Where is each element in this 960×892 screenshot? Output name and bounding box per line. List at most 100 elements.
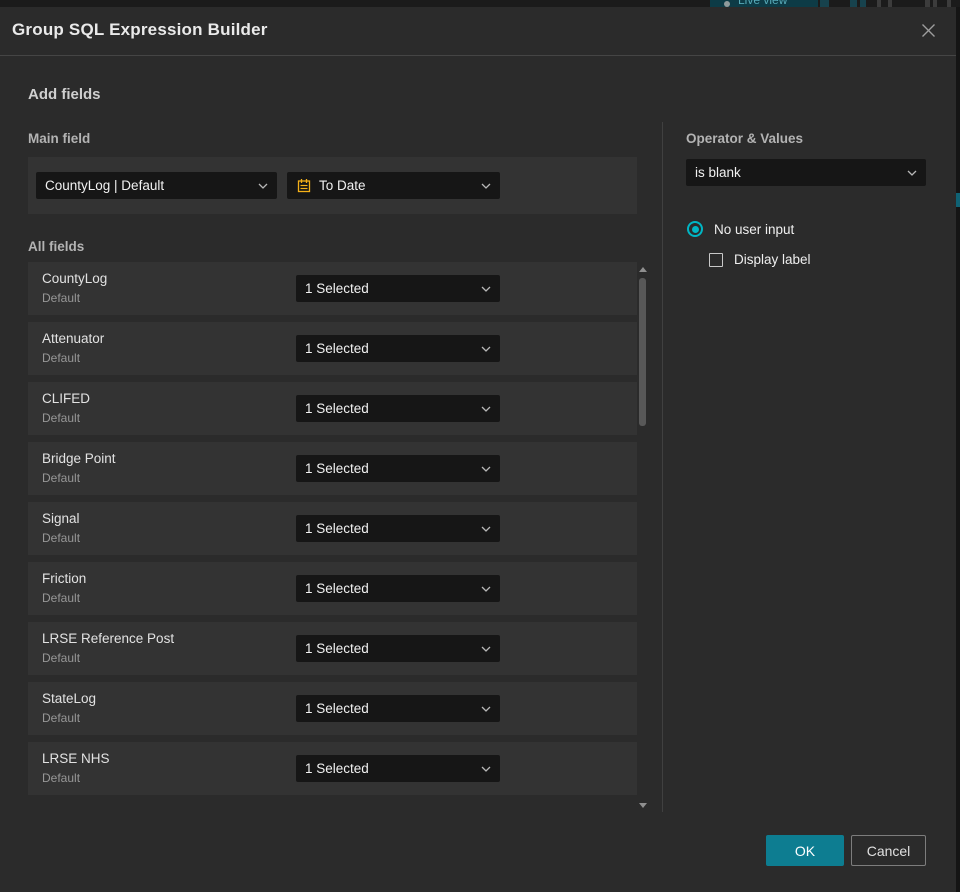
chevron-down-icon (907, 170, 917, 176)
field-selection-dropdown[interactable]: 1 Selected (296, 635, 500, 662)
main-field-type-dropdown[interactable]: To Date (287, 172, 500, 199)
chevron-down-icon (481, 766, 491, 772)
field-row: StateLog Default 1 Selected (28, 682, 637, 735)
cancel-button[interactable]: Cancel (851, 835, 926, 866)
field-subtitle: Default (42, 711, 81, 725)
main-field-type-dropdown-value: To Date (319, 178, 366, 193)
field-row: LRSE Reference Post Default 1 Selected (28, 622, 637, 675)
no-user-input-radio[interactable]: No user input (687, 221, 794, 237)
all-fields-list: CountyLog Default 1 Selected Attenuator … (28, 262, 637, 802)
dialog-title: Group SQL Expression Builder (12, 20, 268, 39)
field-row: CLIFED Default 1 Selected (28, 382, 637, 435)
no-user-input-label: No user input (714, 221, 795, 237)
main-field-dropdown-value: CountyLog | Default (45, 178, 165, 193)
field-name: CLIFED (42, 391, 91, 406)
radio-selected-icon (687, 221, 703, 237)
chevron-down-icon (481, 286, 491, 292)
column-divider (662, 122, 663, 812)
field-selection-value: 1 Selected (305, 341, 369, 356)
field-row: CountyLog Default 1 Selected (28, 262, 637, 315)
field-subtitle: Default (42, 651, 81, 665)
fields-list-scrollbar[interactable] (638, 264, 647, 810)
backdrop-app-strip: Live view (0, 0, 960, 7)
display-label-checkbox[interactable]: Display label (709, 252, 811, 267)
backdrop-right-strip (956, 7, 960, 892)
main-field-dropdown[interactable]: CountyLog | Default (36, 172, 277, 199)
toolbar-icon-fragment (877, 0, 881, 7)
field-row: Friction Default 1 Selected (28, 562, 637, 615)
calendar-date-icon (296, 178, 312, 194)
field-subtitle: Default (42, 771, 81, 785)
toolbar-icon-fragment (947, 0, 951, 7)
scroll-up-arrow-icon[interactable] (639, 267, 647, 272)
field-name: CountyLog (42, 271, 108, 286)
field-subtitle: Default (42, 471, 81, 485)
toolbar-icon-fragment (860, 0, 866, 7)
chevron-down-icon (481, 586, 491, 592)
close-button[interactable] (912, 16, 944, 48)
field-row: Signal Default 1 Selected (28, 502, 637, 555)
live-view-button-fragment: Live view (710, 0, 818, 7)
field-row: Attenuator Default 1 Selected (28, 322, 637, 375)
chevron-down-icon (481, 646, 491, 652)
field-selection-value: 1 Selected (305, 581, 369, 596)
field-selection-value: 1 Selected (305, 401, 369, 416)
field-selection-dropdown[interactable]: 1 Selected (296, 275, 500, 302)
operator-dropdown[interactable]: is blank (686, 159, 926, 186)
field-name: StateLog (42, 691, 97, 706)
all-fields-label: All fields (28, 239, 85, 254)
field-selection-value: 1 Selected (305, 701, 369, 716)
field-name: LRSE NHS (42, 751, 110, 766)
field-selection-dropdown[interactable]: 1 Selected (296, 755, 500, 782)
chevron-down-icon (481, 466, 491, 472)
main-field-label: Main field (28, 131, 91, 146)
chevron-down-icon (258, 183, 268, 189)
field-selection-dropdown[interactable]: 1 Selected (296, 455, 500, 482)
chevron-down-icon (481, 406, 491, 412)
field-selection-value: 1 Selected (305, 761, 369, 776)
field-selection-value: 1 Selected (305, 521, 369, 536)
field-selection-dropdown[interactable]: 1 Selected (296, 335, 500, 362)
chevron-down-icon (481, 183, 491, 189)
field-row: Bridge Point Default 1 Selected (28, 442, 637, 495)
toolbar-icon-fragment (933, 0, 937, 7)
chevron-down-icon (481, 526, 491, 532)
chevron-down-icon (481, 346, 491, 352)
display-label-label: Display label (734, 252, 811, 267)
field-selection-value: 1 Selected (305, 641, 369, 656)
toolbar-icon-fragment (850, 0, 857, 7)
chevron-down-icon (481, 706, 491, 712)
field-subtitle: Default (42, 351, 81, 365)
toolbar-icon-fragment (820, 0, 829, 7)
field-name: Attenuator (42, 331, 105, 346)
field-selection-dropdown[interactable]: 1 Selected (296, 395, 500, 422)
live-view-label: Live view (738, 0, 788, 7)
field-row: LRSE NHS Default 1 Selected (28, 742, 637, 795)
operator-dropdown-value: is blank (695, 165, 741, 180)
field-name: Friction (42, 571, 87, 586)
operator-values-label: Operator & Values (686, 131, 804, 146)
field-selection-value: 1 Selected (305, 281, 369, 296)
add-fields-heading: Add fields (28, 86, 101, 103)
field-selection-dropdown[interactable]: 1 Selected (296, 575, 500, 602)
scrollbar-thumb[interactable] (639, 278, 646, 426)
close-icon (921, 23, 936, 41)
backdrop-scroll-highlight (956, 193, 960, 207)
dialog-header: Group SQL Expression Builder (0, 7, 956, 56)
field-selection-value: 1 Selected (305, 461, 369, 476)
ok-button[interactable]: OK (766, 835, 844, 866)
main-field-panel: CountyLog | Default To Date (28, 157, 637, 214)
toolbar-icon-fragment (925, 0, 930, 7)
field-name: Bridge Point (42, 451, 116, 466)
field-selection-dropdown[interactable]: 1 Selected (296, 695, 500, 722)
checkbox-unchecked-icon (709, 252, 723, 267)
scroll-down-arrow-icon[interactable] (639, 803, 647, 808)
field-selection-dropdown[interactable]: 1 Selected (296, 515, 500, 542)
field-name: Signal (42, 511, 80, 526)
field-subtitle: Default (42, 291, 81, 305)
field-subtitle: Default (42, 411, 81, 425)
group-sql-expression-builder-dialog: Group SQL Expression Builder Add fields … (0, 7, 956, 892)
field-subtitle: Default (42, 531, 81, 545)
toolbar-icon-fragment (888, 0, 892, 7)
field-subtitle: Default (42, 591, 81, 605)
